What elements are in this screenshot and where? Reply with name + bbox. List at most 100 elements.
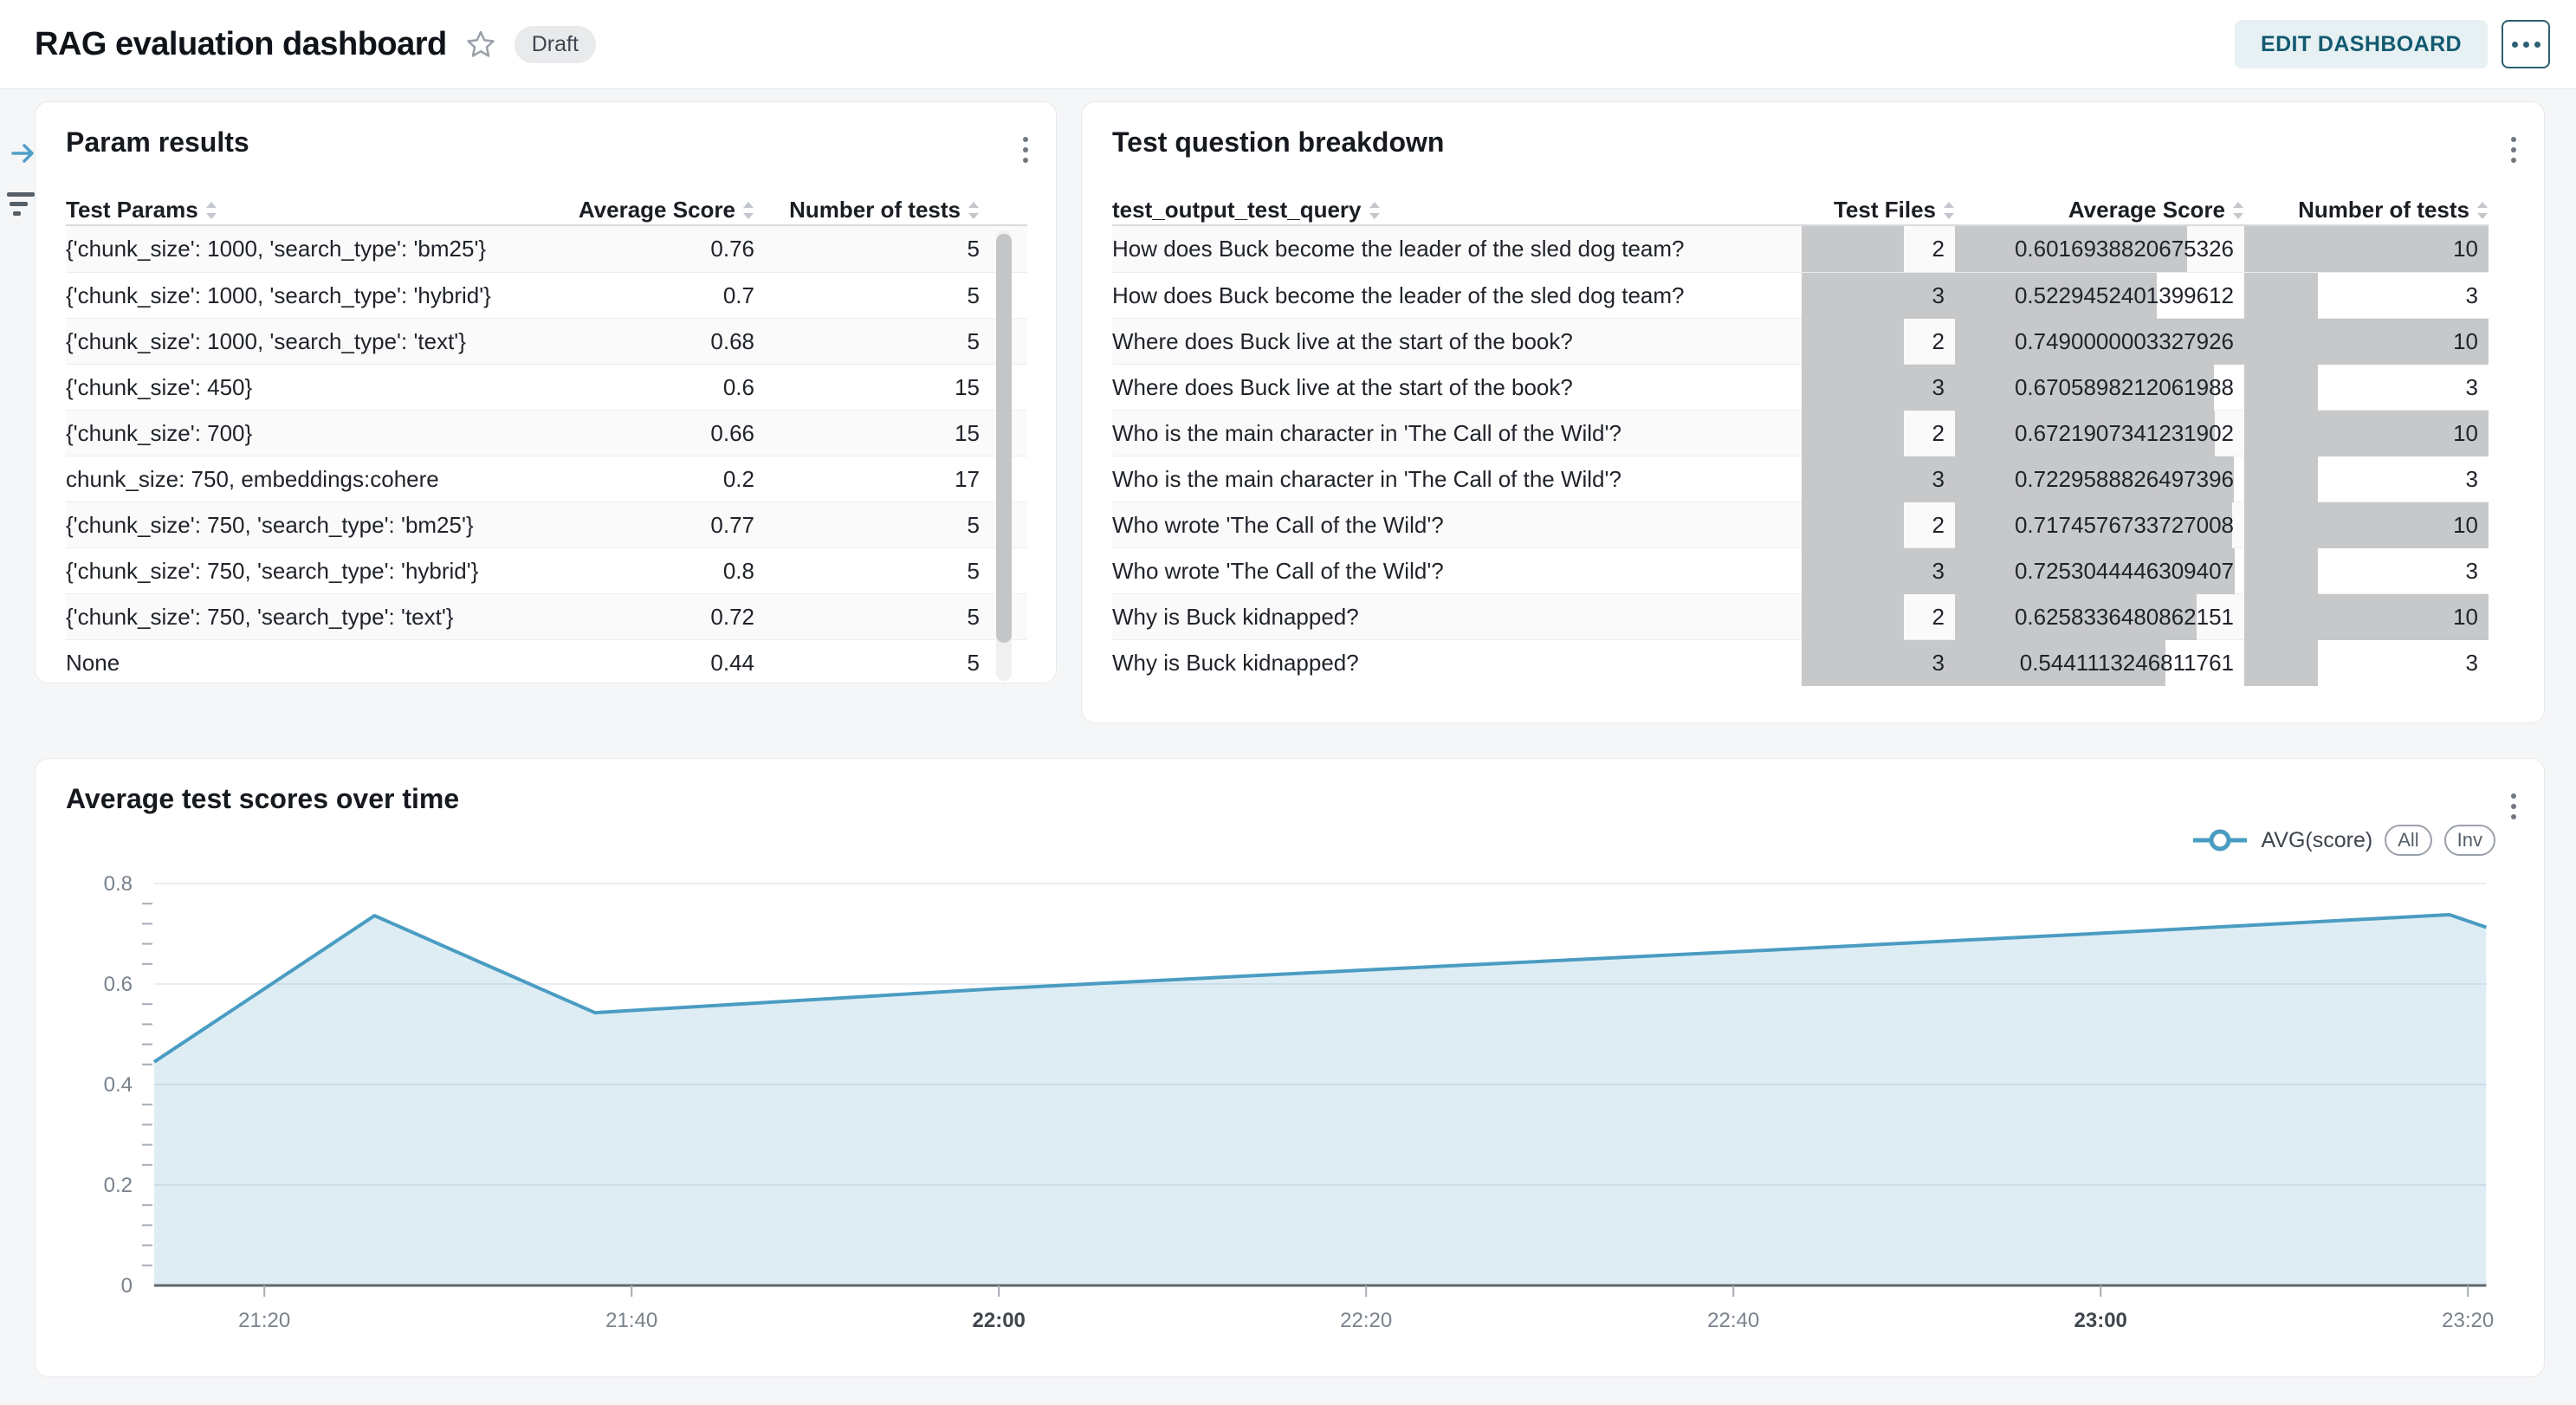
table-row: Who wrote 'The Call of the Wild'?30.7253… — [1112, 547, 2489, 593]
column-header-test-files[interactable]: Test Files — [1802, 197, 1955, 223]
data-bar — [2244, 456, 2318, 502]
favorite-star-icon[interactable] — [466, 29, 495, 59]
data-bar-cell: 2 — [1802, 594, 1955, 640]
data-bar-cell: 2 — [1802, 226, 1955, 272]
data-bar-cell: 3 — [2244, 640, 2489, 686]
data-bar — [1802, 411, 1904, 456]
data-bar-cell: 0.7490000003327926 — [1955, 319, 2244, 365]
query-cell: Where does Buck live at the start of the… — [1112, 374, 1802, 401]
column-header-number-of-tests[interactable]: Number of tests — [2244, 197, 2489, 223]
question-breakdown-panel: Test question breakdown test_output_test… — [1081, 101, 2545, 723]
data-bar-cell: 3 — [2244, 273, 2489, 319]
table-row: {'chunk_size': 450}0.615 — [66, 364, 1027, 410]
data-bar-cell: 0.6016938820675326 — [1955, 226, 2244, 272]
data-bar-cell: 2 — [1802, 502, 1955, 548]
column-header-query[interactable]: test_output_test_query — [1112, 197, 1802, 223]
data-bar — [2244, 411, 2489, 456]
table-row: How does Buck become the leader of the s… — [1112, 226, 2489, 272]
panel-title: Param results — [66, 126, 249, 159]
table-row: Why is Buck kidnapped?20.625833648086215… — [1112, 593, 2489, 639]
table-row: {'chunk_size': 1000, 'search_type': 'hyb… — [66, 272, 1027, 318]
column-header-average-score[interactable]: Average Score — [547, 197, 754, 223]
filter-icon[interactable] — [7, 192, 35, 221]
data-bar — [2244, 594, 2489, 640]
panel-menu-icon[interactable] — [2508, 133, 2520, 166]
edit-dashboard-button[interactable]: EDIT DASHBOARD — [2235, 20, 2488, 68]
sort-icon — [742, 201, 754, 220]
data-bar — [2244, 273, 2318, 319]
table-row: Where does Buck live at the start of the… — [1112, 318, 2489, 364]
data-bar-cell: 0.6258336480862151 — [1955, 594, 2244, 640]
svg-text:22:00: 22:00 — [973, 1309, 1026, 1332]
column-header-test-params[interactable]: Test Params — [66, 197, 547, 223]
panel-menu-icon[interactable] — [1019, 133, 1032, 166]
query-cell: How does Buck become the leader of the s… — [1112, 236, 1802, 262]
svg-text:22:40: 22:40 — [1707, 1309, 1759, 1332]
data-bar — [2244, 226, 2489, 272]
table-row: Why is Buck kidnapped?30.544111324681176… — [1112, 639, 2489, 685]
query-cell: How does Buck become the leader of the s… — [1112, 282, 1802, 309]
table-row: Who is the main character in 'The Call o… — [1112, 456, 2489, 502]
data-bar — [1802, 319, 1904, 365]
data-bar-cell: 0.7253044446309407 — [1955, 548, 2244, 594]
query-cell: Who is the main character in 'The Call o… — [1112, 466, 1802, 493]
table-row: {'chunk_size': 750, 'search_type': 'hybr… — [66, 547, 1027, 593]
data-bar — [2244, 640, 2318, 686]
data-bar-cell: 0.6705898212061988 — [1955, 365, 2244, 411]
sort-icon — [2476, 201, 2489, 220]
table-row: {'chunk_size': 1000, 'search_type': 'tex… — [66, 318, 1027, 364]
top-bar-actions: EDIT DASHBOARD — [2235, 20, 2550, 68]
query-cell: Why is Buck kidnapped? — [1112, 650, 1802, 677]
data-bar-cell: 3 — [1802, 273, 1955, 319]
query-cell: Who wrote 'The Call of the Wild'? — [1112, 512, 1802, 539]
table-row: Who wrote 'The Call of the Wild'?20.7174… — [1112, 502, 2489, 547]
chart-panel: Average test scores over time AVG(score)… — [35, 758, 2545, 1377]
svg-text:0.4: 0.4 — [104, 1073, 133, 1097]
more-menu-button[interactable] — [2502, 20, 2550, 68]
svg-text:21:20: 21:20 — [238, 1309, 290, 1332]
top-bar: RAG evaluation dashboard Draft EDIT DASH… — [0, 0, 2576, 89]
data-bar-cell: 3 — [1802, 548, 1955, 594]
ellipsis-icon — [2512, 42, 2518, 48]
column-header-average-score[interactable]: Average Score — [1955, 197, 2244, 223]
query-cell: Where does Buck live at the start of the… — [1112, 328, 1802, 355]
data-bar-cell: 2 — [1802, 319, 1955, 365]
data-bar — [2244, 319, 2489, 365]
data-bar-cell: 3 — [1802, 640, 1955, 686]
table-row: None0.445 — [66, 639, 1027, 685]
table-row: {'chunk_size': 700}0.6615 — [66, 410, 1027, 456]
table-row: {'chunk_size': 750, 'search_type': 'bm25… — [66, 502, 1027, 547]
data-bar-cell: 10 — [2244, 319, 2489, 365]
sort-icon — [1369, 201, 1381, 220]
data-bar-cell: 3 — [1802, 365, 1955, 411]
data-bar-cell: 0.7174576733727008 — [1955, 502, 2244, 548]
data-bar — [2244, 548, 2318, 594]
data-bar-cell: 3 — [2244, 456, 2489, 502]
data-bar — [2244, 365, 2318, 411]
query-cell: Who is the main character in 'The Call o… — [1112, 420, 1802, 447]
table-row: How does Buck become the leader of the s… — [1112, 272, 2489, 318]
param-table-body: {'chunk_size': 1000, 'search_type': 'bm2… — [66, 226, 1027, 685]
table-row: {'chunk_size': 1000, 'search_type': 'bm2… — [66, 226, 1027, 272]
table-row: Who is the main character in 'The Call o… — [1112, 410, 2489, 456]
page-title: RAG evaluation dashboard — [35, 26, 447, 63]
data-bar-cell: 10 — [2244, 226, 2489, 272]
data-bar-cell: 10 — [2244, 502, 2489, 548]
data-bar-cell: 3 — [2244, 365, 2489, 411]
sort-icon — [205, 201, 217, 220]
scrollbar-thumb[interactable] — [996, 234, 1012, 643]
data-bar — [1802, 594, 1904, 640]
data-bar-cell: 3 — [2244, 548, 2489, 594]
param-results-panel: Param results Test Params Average Score … — [35, 101, 1057, 683]
svg-text:0.2: 0.2 — [104, 1174, 133, 1197]
column-header-number-of-tests[interactable]: Number of tests — [754, 197, 980, 223]
svg-text:0: 0 — [121, 1274, 133, 1298]
sort-icon — [2232, 201, 2244, 220]
query-cell: Why is Buck kidnapped? — [1112, 604, 1802, 631]
vertical-scrollbar — [996, 230, 1012, 681]
data-bar — [2244, 502, 2489, 548]
data-bar — [1802, 226, 1904, 272]
table-row: {'chunk_size': 750, 'search_type': 'text… — [66, 593, 1027, 639]
svg-text:21:40: 21:40 — [605, 1309, 657, 1332]
line-chart[interactable]: 00.20.40.60.821:2021:4022:0022:2022:4023… — [36, 759, 2544, 1376]
